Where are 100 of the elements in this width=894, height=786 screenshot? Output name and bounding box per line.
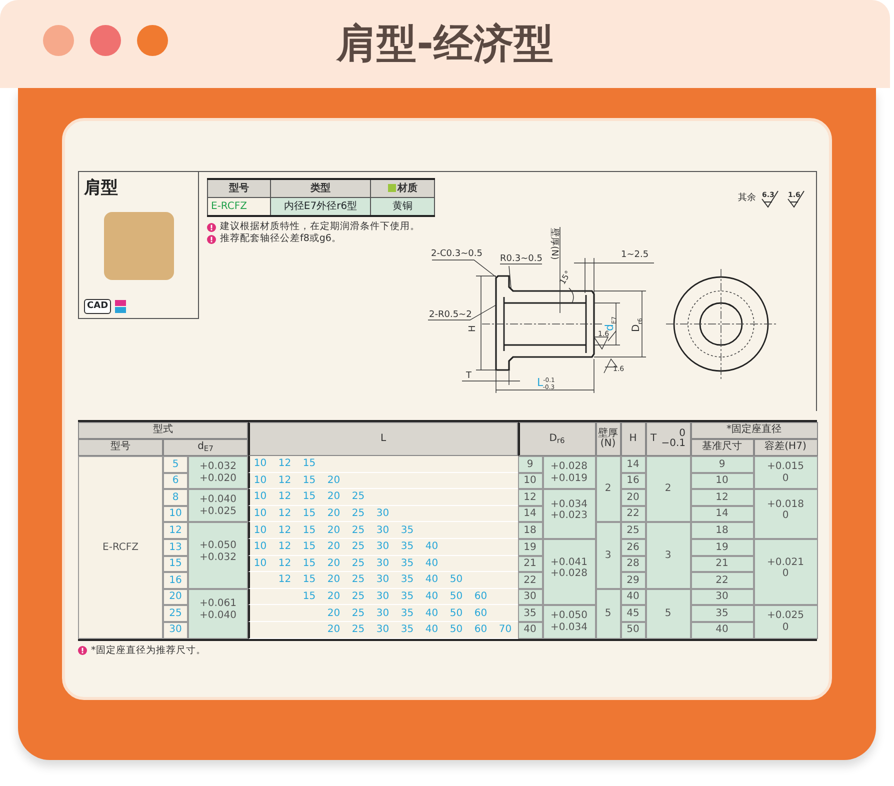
table-cell: 30	[518, 588, 542, 606]
table-cell: 黄铜	[370, 198, 434, 216]
table-cell: 12	[518, 489, 542, 506]
window-control-icon	[90, 25, 121, 56]
column-header-label: 材质	[398, 183, 418, 194]
table-cell-text: 12	[277, 573, 292, 588]
tolerance-value: +0.050	[550, 610, 588, 622]
table-cell: 40	[620, 588, 646, 606]
warning-icon	[207, 222, 216, 232]
table-cell: 15	[163, 556, 188, 572]
table-cell-text: 50	[448, 623, 464, 638]
table-cell-text: 30	[375, 623, 390, 638]
table-cell: 6	[163, 472, 188, 490]
table-cell-text: 35	[400, 590, 415, 604]
table-cell: 22	[620, 506, 646, 522]
tolerance-value: +0.061	[199, 598, 236, 610]
note-text: 推荐配套轴径公差f8或g6。	[220, 233, 342, 246]
table-cell-text: 40	[424, 573, 440, 588]
column-header: 容差(H7)	[754, 439, 818, 456]
table-cell-text: 25	[350, 507, 366, 522]
thickness-label: T	[466, 371, 472, 381]
table-cell: 18	[690, 522, 754, 539]
table-cell: 29	[620, 572, 646, 589]
column-header-label: T	[650, 434, 657, 444]
table-cell: 12	[163, 522, 188, 539]
tolerance-value: 0	[782, 472, 789, 484]
table-cell-text: 20	[326, 556, 342, 571]
table-cell-text: 20	[326, 606, 342, 621]
column-header: D$_{r6}$	[518, 422, 596, 456]
column-header-label: (N)	[600, 439, 616, 450]
table-cell: 22	[690, 572, 754, 589]
footnote-text: *固定座直径为推荐尺寸。	[91, 644, 206, 658]
tolerance-value: +0.050	[199, 540, 236, 552]
dimension-label: 1~2.5	[621, 250, 649, 260]
table-cell: 30	[690, 588, 754, 606]
table-cell-text: 10	[252, 474, 268, 488]
table-cell-text: 10	[252, 507, 268, 522]
tolerance-value: +0.020	[199, 472, 236, 484]
table-cell-text: 15	[302, 507, 317, 522]
tolerance-value: +0.028	[550, 461, 588, 473]
column-header: 型号	[208, 179, 270, 198]
table-cell-text: 40	[424, 606, 440, 621]
table-cell-text: 12	[277, 540, 292, 554]
table-cell: 10	[690, 472, 754, 490]
window-control-icon	[43, 25, 74, 56]
table-cell-text: 25	[350, 524, 366, 538]
table-cell-text: 60	[473, 623, 488, 638]
table-cell: 18	[518, 522, 542, 539]
leader-line	[500, 264, 542, 288]
table-cell-text: 50	[448, 606, 464, 621]
tolerance-value: 0	[782, 510, 789, 522]
table-cell: 2	[596, 456, 620, 522]
table-cell: 20	[163, 588, 188, 606]
table-cell-text: 50	[448, 573, 464, 588]
table-cell-text: 25	[350, 590, 366, 604]
tolerance-value: +0.034	[550, 498, 588, 510]
table-cell-text: 15	[302, 590, 317, 604]
table-cell-text: 15	[302, 573, 317, 588]
table-cell-text: 35	[400, 556, 415, 571]
table-cell-text: 30	[375, 556, 390, 571]
tolerance-value: +0.025	[199, 506, 236, 518]
table-cell-text: 15	[302, 540, 317, 554]
table-cell: 5	[596, 588, 620, 639]
table-cell-text: 20	[326, 623, 342, 638]
table-cell-text: 35	[400, 573, 415, 588]
warning-icon	[78, 646, 87, 656]
note-text: 建议根据材质特性，在定期润滑条件下使用。	[220, 221, 420, 233]
table-cell-text: 20	[326, 524, 342, 538]
table-cell-text: 70	[498, 623, 513, 638]
window-title: 肩型-经济型	[336, 21, 554, 67]
table-cell-text: 25	[350, 490, 366, 504]
column-header: 基准尺寸	[690, 439, 754, 456]
radius-label: R0.3~0.5	[500, 254, 542, 264]
table-cell: 14	[690, 506, 754, 522]
tolerance-value: +0.025	[766, 610, 804, 622]
table-cell-text: 40	[424, 623, 440, 638]
table-cell-text: 20	[326, 573, 342, 588]
table-cell-text: 12	[277, 457, 292, 472]
table-cell-text: 35	[400, 606, 415, 621]
table-cell-text: 15	[302, 524, 317, 538]
table-cell: 40	[518, 622, 542, 639]
table-cell: 9	[518, 456, 542, 473]
table-cell-text: 15	[302, 490, 317, 504]
table-cell-text: 12	[277, 507, 292, 522]
tolerance-value: +0.018	[766, 498, 804, 510]
table-cell-text: 10	[252, 457, 268, 472]
table-cell-text: 30	[375, 573, 390, 588]
column-header: 型号	[78, 439, 163, 456]
table-cell: 16	[163, 572, 188, 589]
table-cell: 10	[518, 472, 542, 490]
table-cell-text: 25	[350, 573, 366, 588]
cad-label: CAD	[84, 298, 112, 314]
table-cell-text: 25	[350, 556, 366, 571]
table-cell: 22	[518, 572, 542, 589]
angle-label: 15°	[558, 269, 573, 286]
tolerance-value: +0.032	[199, 461, 236, 473]
tolerance-label: 0	[679, 428, 686, 438]
table-cell: 14	[620, 456, 646, 473]
table-cell-text: 10	[252, 556, 268, 571]
table-cell: 35	[518, 605, 542, 622]
